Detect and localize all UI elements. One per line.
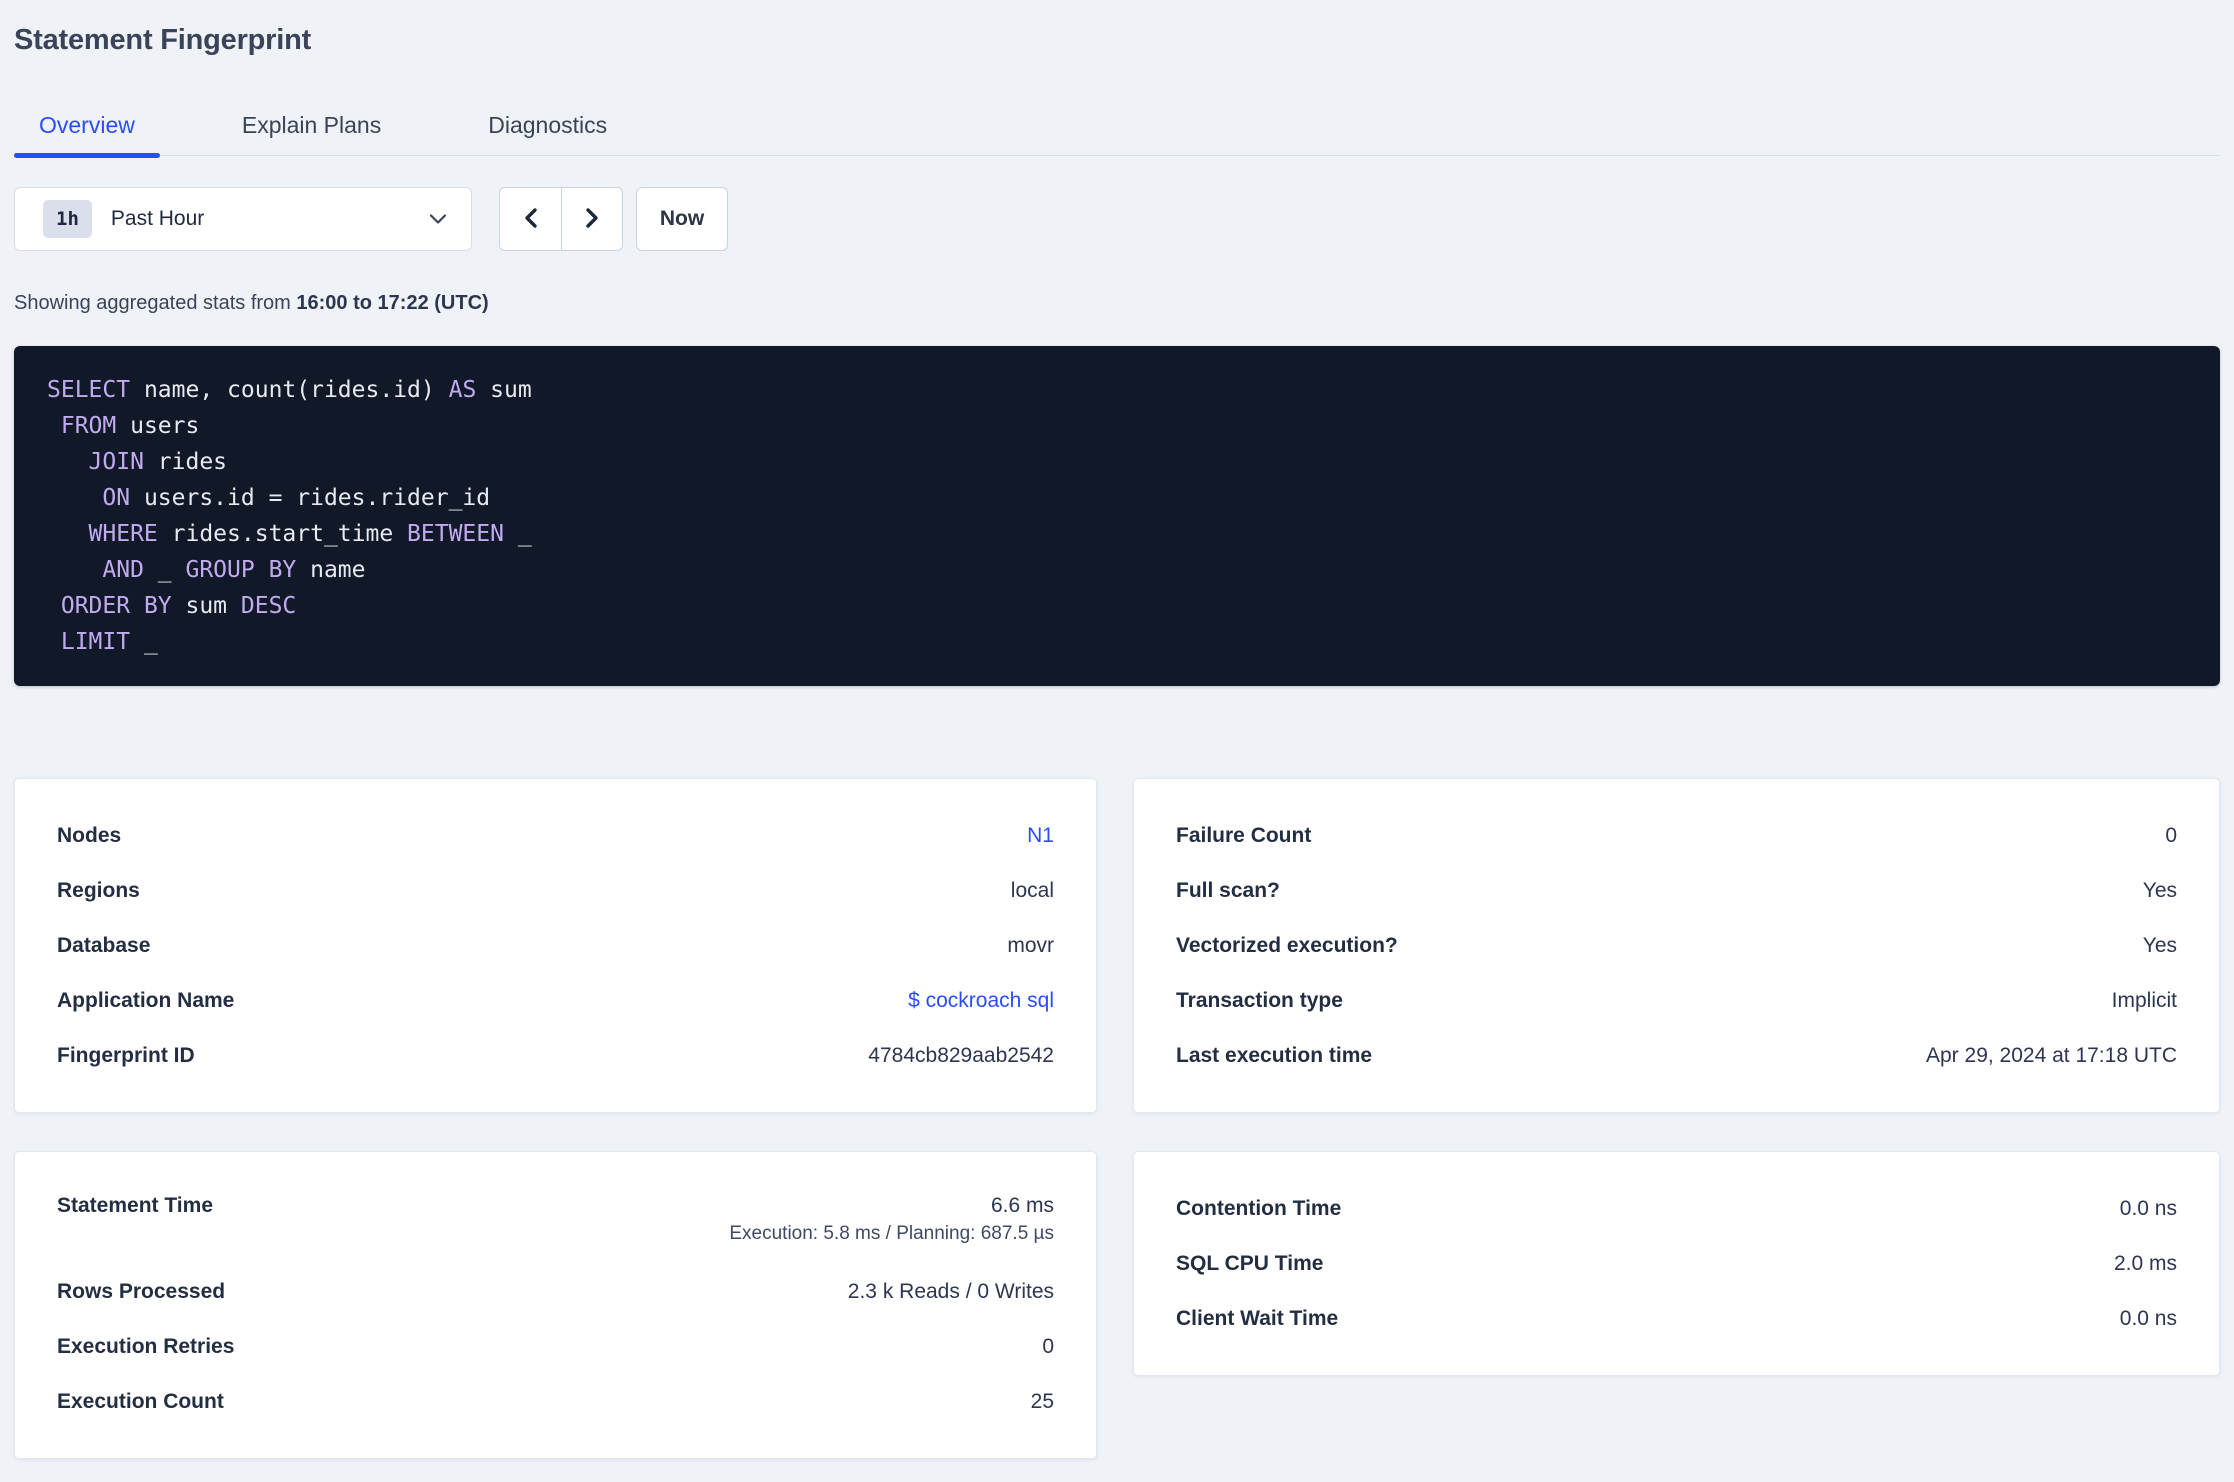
row-value: 25 bbox=[1030, 1389, 1054, 1413]
tabs: Overview Explain Plans Diagnostics bbox=[14, 100, 2220, 158]
chevron-down-icon bbox=[429, 213, 447, 225]
row-value: 0.0 ns bbox=[2119, 1196, 2177, 1220]
card-row: Statement Time 6.6 ms Execution: 5.8 ms / … bbox=[57, 1181, 1054, 1264]
chevron-left-icon bbox=[521, 206, 541, 233]
page-title: Statement Fingerprint bbox=[14, 24, 312, 56]
card-row: Vectorized execution? Yes bbox=[1176, 918, 2177, 973]
card-row: Transaction type Implicit bbox=[1176, 973, 2177, 1028]
row-value-link[interactable]: N1 bbox=[1027, 824, 1054, 848]
tab-overview[interactable]: Overview bbox=[14, 100, 160, 158]
card-row: Rows Processed 2.3 k Reads / 0 Writes bbox=[57, 1264, 1054, 1319]
sql-line: SELECT name, count(rides.id) AS sum bbox=[47, 377, 532, 403]
row-value: Apr 29, 2024 at 17:18 UTC bbox=[1926, 1043, 2177, 1067]
execution-attributes-card: Failure Count 0 Full scan? Yes Vectorized ex… bbox=[1133, 778, 2220, 1113]
previous-interval-button[interactable] bbox=[500, 188, 561, 250]
statement-fingerprint-page: Statement Fingerprint Overview Explain Pl… bbox=[0, 24, 2234, 1459]
row-label: Execution Count bbox=[57, 1389, 224, 1413]
row-value: 6.6 ms bbox=[990, 1194, 1054, 1217]
row-value: 0.0 ns bbox=[2119, 1306, 2177, 1330]
chevron-right-icon bbox=[582, 206, 602, 233]
row-label: Last execution time bbox=[1176, 1043, 1373, 1067]
card-row: Execution Retries 0 bbox=[57, 1319, 1054, 1374]
sql-line: JOIN rides bbox=[88, 449, 228, 475]
row-label: SQL CPU Time bbox=[1176, 1251, 1324, 1275]
row-value: movr bbox=[1007, 933, 1054, 957]
aggregated-stats-line: Showing aggregated stats from 16:00 to 1… bbox=[14, 292, 2220, 315]
row-value-link[interactable]: $ cockroach sql bbox=[908, 989, 1054, 1013]
row-label: Failure Count bbox=[1176, 823, 1312, 847]
statement-performance-card: Statement Time 6.6 ms Execution: 5.8 ms / … bbox=[14, 1151, 1097, 1459]
sql-line: ON users.id = rides.rider_id bbox=[102, 485, 491, 511]
stats-line-range: 16:00 to 17:22 (UTC) bbox=[296, 292, 489, 314]
row-value: 4784cb829aab2542 bbox=[868, 1043, 1054, 1067]
card-row: Application Name $ cockroach sql bbox=[57, 973, 1054, 1028]
row-label: Full scan? bbox=[1176, 878, 1280, 902]
row-value: Yes bbox=[2142, 933, 2177, 957]
card-row: Last execution time Apr 29, 2024 at 17:18… bbox=[1176, 1028, 2177, 1083]
row-label: Statement Time bbox=[57, 1194, 213, 1217]
timing-breakdown-card: Contention Time 0.0 ns SQL CPU Time 2.0 ms C… bbox=[1133, 1151, 2220, 1376]
row-label: Nodes bbox=[57, 823, 122, 847]
card-row: Nodes N1 bbox=[57, 808, 1054, 863]
row-label: Application Name bbox=[57, 988, 235, 1012]
row-label: Execution Retries bbox=[57, 1334, 235, 1358]
time-controls: 1h Past Hour Now bbox=[14, 187, 2220, 251]
tab-diagnostics[interactable]: Diagnostics bbox=[463, 100, 632, 155]
row-label: Client Wait Time bbox=[1176, 1306, 1339, 1330]
now-button[interactable]: Now bbox=[636, 187, 728, 251]
sql-line: FROM users bbox=[60, 413, 200, 439]
next-interval-button[interactable] bbox=[561, 188, 622, 250]
row-value: 2.3 k Reads / 0 Writes bbox=[847, 1279, 1054, 1303]
row-value: Implicit bbox=[2111, 988, 2177, 1012]
card-row: Client Wait Time 0.0 ns bbox=[1176, 1291, 2177, 1346]
row-label: Contention Time bbox=[1176, 1196, 1342, 1220]
row-label: Fingerprint ID bbox=[57, 1043, 195, 1067]
time-range-select[interactable]: 1h Past Hour bbox=[14, 187, 472, 251]
summary-cards: Nodes N1 Regions local Database movr Applicati… bbox=[14, 778, 2220, 1459]
time-range-label: Past Hour bbox=[110, 207, 205, 230]
sql-fingerprint-box: SELECT name, count(rides.id) AS sum FROM… bbox=[14, 346, 2220, 686]
sql-line: AND _ GROUP BY name bbox=[102, 557, 366, 583]
time-nav-group bbox=[499, 187, 623, 251]
time-range-badge: 1h bbox=[43, 200, 92, 238]
row-subvalue: Execution: 5.8 ms / Planning: 687.5 µs bbox=[729, 1223, 1054, 1244]
row-value: 0 bbox=[1042, 1334, 1054, 1358]
row-label: Regions bbox=[57, 878, 140, 902]
sql-line: LIMIT _ bbox=[60, 629, 158, 655]
row-label: Database bbox=[57, 933, 151, 957]
sql-line: ORDER BY sum DESC bbox=[60, 593, 297, 619]
stats-line-prefix: Showing aggregated stats from bbox=[14, 292, 297, 314]
row-value: Yes bbox=[2142, 878, 2177, 902]
row-label: Vectorized execution? bbox=[1176, 933, 1398, 957]
row-label: Rows Processed bbox=[57, 1279, 226, 1303]
row-label: Transaction type bbox=[1176, 988, 1343, 1012]
row-value: 0 bbox=[2165, 823, 2177, 847]
tab-explain-plans[interactable]: Explain Plans bbox=[217, 100, 406, 155]
sql-line: WHERE rides.start_time BETWEEN _ bbox=[88, 521, 532, 547]
sql-code: SELECT name, count(rides.id) AS sum FROM… bbox=[47, 372, 2200, 660]
card-row: Contention Time 0.0 ns bbox=[1176, 1181, 2177, 1236]
card-row: Execution Count 25 bbox=[57, 1374, 1054, 1429]
card-row: Failure Count 0 bbox=[1176, 808, 2177, 863]
card-row: Fingerprint ID 4784cb829aab2542 bbox=[57, 1028, 1054, 1083]
statement-details-card: Nodes N1 Regions local Database movr Applicati… bbox=[14, 778, 1097, 1113]
card-row: Database movr bbox=[57, 918, 1054, 973]
card-row: Full scan? Yes bbox=[1176, 863, 2177, 918]
card-row: SQL CPU Time 2.0 ms bbox=[1176, 1236, 2177, 1291]
row-value: local bbox=[1010, 878, 1054, 902]
card-row: Regions local bbox=[57, 863, 1054, 918]
row-value: 2.0 ms bbox=[2113, 1251, 2177, 1275]
